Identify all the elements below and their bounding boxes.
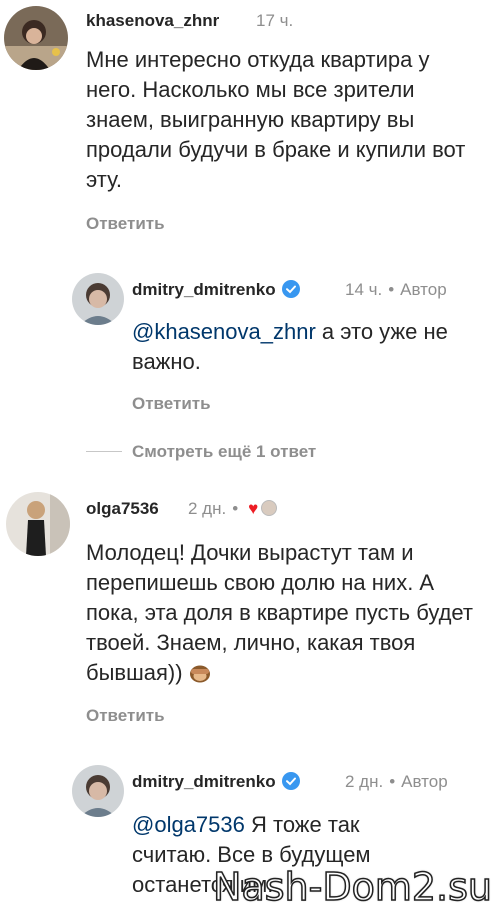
view-more-replies-button[interactable]: Смотреть ещё 1 ответ bbox=[132, 442, 316, 462]
reply-time: 14 ч. bbox=[345, 280, 383, 299]
reply-username[interactable]: dmitry_dmitrenko bbox=[132, 772, 300, 792]
heart-icon: ♥ bbox=[248, 499, 259, 518]
comment-text-body: Молодец! Дочки вырастут там и перепишешь… bbox=[86, 540, 474, 685]
mention-link[interactable]: @khasenova_zhnr bbox=[132, 319, 316, 344]
verified-icon bbox=[281, 280, 300, 298]
mention-link[interactable]: @olga7536 bbox=[132, 812, 245, 837]
comment-time: 2 дн. bbox=[188, 499, 227, 518]
avatar[interactable] bbox=[72, 765, 124, 817]
avatar[interactable] bbox=[4, 6, 68, 70]
separator-dot: • bbox=[232, 499, 239, 518]
reply-username[interactable]: dmitry_dmitrenko bbox=[132, 280, 300, 300]
liked-by-author-avatar bbox=[261, 500, 278, 516]
watermark: Nash-Dom2.su bbox=[212, 864, 492, 910]
comment-text: Мне интересно откуда квартира у него. На… bbox=[86, 47, 466, 192]
reply-username-text[interactable]: dmitry_dmitrenko bbox=[132, 280, 276, 299]
separator-dot: • bbox=[389, 772, 396, 791]
avatar[interactable] bbox=[6, 492, 70, 556]
reply-username-text[interactable]: dmitry_dmitrenko bbox=[132, 772, 276, 791]
avatar[interactable] bbox=[72, 273, 124, 325]
author-label: Автор bbox=[401, 772, 448, 791]
comment-text: Молодец! Дочки вырастут там и перепишешь… bbox=[86, 538, 486, 688]
author-label: Автор bbox=[400, 280, 447, 299]
comment-time: 17 ч. bbox=[256, 11, 294, 30]
comment-username[interactable]: olga7536 bbox=[86, 499, 159, 519]
comment-meta: 2 дн. • ♥ bbox=[188, 499, 278, 519]
comment-username[interactable]: khasenova_zhnr bbox=[86, 11, 219, 31]
reply-button[interactable]: Ответить bbox=[86, 214, 165, 234]
separator-dot: • bbox=[388, 280, 395, 299]
view-more-line bbox=[86, 451, 122, 452]
reply-button[interactable]: Ответить bbox=[132, 394, 211, 414]
reply-meta: 2 дн. • Автор bbox=[345, 772, 448, 792]
reply-time: 2 дн. bbox=[345, 772, 384, 791]
reply-meta: 14 ч. • Автор bbox=[345, 280, 447, 300]
reply-text: @khasenova_zhnr а это уже не важно. bbox=[132, 317, 477, 377]
verified-icon bbox=[281, 772, 300, 790]
see-no-evil-monkey-icon bbox=[189, 665, 210, 683]
reply-button[interactable]: Ответить bbox=[86, 706, 165, 726]
